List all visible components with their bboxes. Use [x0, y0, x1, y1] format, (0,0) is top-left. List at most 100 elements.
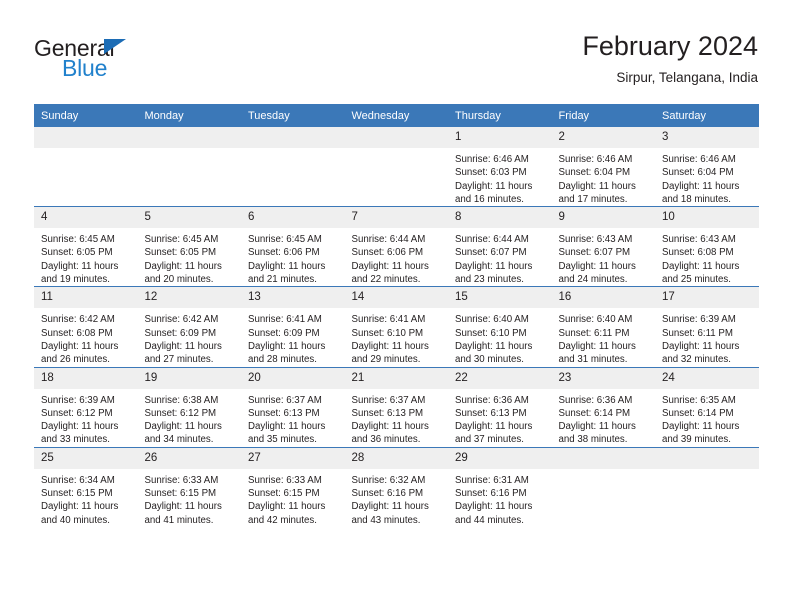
sunrise-text: Sunrise: 6:37 AM [351, 394, 426, 406]
calendar-day-cell[interactable]: 17 Sunrise: 6:39 AM Sunset: 6:11 PM Dayligh… [655, 286, 759, 368]
calendar-day-cell-empty [137, 127, 241, 207]
sunset-text: Sunset: 6:07 PM [455, 247, 527, 259]
sunrise-text: Sunrise: 6:45 AM [41, 234, 115, 246]
day-number: 15 [448, 287, 552, 309]
daylight-text: Daylight: 11 hours and 24 minutes. [558, 260, 636, 286]
day-number: 20 [241, 367, 345, 389]
sunset-text: Sunset: 6:13 PM [351, 407, 424, 419]
daylight-text: Daylight: 11 hours and 27 minutes. [144, 340, 222, 366]
day-number: 28 [344, 447, 448, 469]
calendar-day-cell[interactable]: 20 Sunrise: 6:37 AM Sunset: 6:13 PM Dayligh… [241, 366, 345, 448]
sunrise-text: Sunrise: 6:31 AM [455, 474, 529, 486]
daylight-text: Daylight: 11 hours and 32 minutes. [662, 340, 740, 366]
calendar-day-cell[interactable]: 24 Sunrise: 6:35 AM Sunset: 6:14 PM Dayligh… [655, 366, 759, 448]
day-details: Sunrise: 6:39 AM Sunset: 6:12 PM Daylight:… [34, 389, 138, 447]
sunset-text: Sunset: 6:14 PM [558, 407, 631, 419]
sunrise-text: Sunrise: 6:36 AM [558, 394, 633, 406]
day-number: 25 [34, 447, 138, 469]
calendar-day-cell[interactable]: 13 Sunrise: 6:41 AM Sunset: 6:09 PM Dayligh… [241, 286, 345, 368]
page-subtitle: Sirpur, Telangana, India [616, 70, 758, 85]
sunrise-text: Sunrise: 6:38 AM [144, 394, 219, 406]
page-title: February 2024 [582, 31, 758, 61]
sunset-text: Sunset: 6:06 PM [351, 247, 424, 259]
day-details: Sunrise: 6:37 AM Sunset: 6:13 PM Daylight:… [241, 389, 345, 447]
calendar-day-cell[interactable]: 14 Sunrise: 6:41 AM Sunset: 6:10 PM Dayligh… [344, 286, 449, 368]
sunset-text: Sunset: 6:16 PM [455, 488, 527, 500]
calendar-day-cell[interactable]: 29 Sunrise: 6:31 AM Sunset: 6:16 PM Dayligh… [448, 446, 552, 527]
day-number: 21 [344, 367, 448, 389]
calendar-day-cell[interactable]: 1 Sunrise: 6:46 AM Sunset: 6:03 PM Daylight… [448, 127, 552, 207]
sunset-text: Sunset: 6:16 PM [351, 488, 424, 500]
calendar-day-cell[interactable]: 10 Sunrise: 6:43 AM Sunset: 6:08 PM Dayligh… [655, 206, 759, 287]
daylight-text: Daylight: 11 hours and 17 minutes. [558, 180, 636, 205]
calendar-day-cell[interactable]: 25 Sunrise: 6:34 AM Sunset: 6:15 PM Dayligh… [34, 446, 138, 527]
calendar-day-cell[interactable]: 9 Sunrise: 6:43 AM Sunset: 6:07 PM Daylight… [551, 206, 655, 287]
calendar-day-cell[interactable]: 16 Sunrise: 6:40 AM Sunset: 6:11 PM Dayligh… [551, 286, 655, 368]
calendar-day-cell[interactable]: 15 Sunrise: 6:40 AM Sunset: 6:10 PM Dayligh… [448, 286, 552, 368]
day-number [241, 127, 345, 148]
day-number: 1 [448, 127, 552, 148]
day-details: Sunrise: 6:32 AM Sunset: 6:16 PM Daylight:… [345, 469, 449, 527]
day-number: 23 [551, 367, 655, 389]
logo-text-blue: Blue [62, 55, 108, 81]
calendar-day-cell[interactable]: 6 Sunrise: 6:45 AM Sunset: 6:06 PM Daylight… [241, 206, 345, 287]
day-number: 14 [344, 287, 448, 309]
sunrise-text: Sunrise: 6:42 AM [144, 314, 219, 326]
day-details: Sunrise: 6:45 AM Sunset: 6:05 PM Daylight:… [138, 228, 242, 286]
daylight-text: Daylight: 11 hours and 37 minutes. [455, 421, 533, 446]
sunset-text: Sunset: 6:12 PM [144, 407, 217, 419]
day-number: 16 [551, 287, 655, 309]
day-number: 3 [655, 127, 759, 148]
day-details: Sunrise: 6:43 AM Sunset: 6:08 PM Daylight:… [655, 228, 759, 286]
sunset-text: Sunset: 6:09 PM [144, 327, 217, 339]
weekday-header-thursday: Thursday [448, 104, 552, 127]
calendar-day-cell-empty [655, 446, 759, 527]
general-blue-logo[interactable]: General Blue [34, 35, 234, 95]
calendar-header-row: Sunday Monday Tuesday Wednesday Thursday Frid… [34, 104, 759, 127]
sunset-text: Sunset: 6:10 PM [351, 327, 424, 339]
sunrise-text: Sunrise: 6:33 AM [144, 474, 219, 486]
calendar-day-cell[interactable]: 2 Sunrise: 6:46 AM Sunset: 6:04 PM Daylight… [551, 127, 655, 207]
calendar-day-cell[interactable]: 28 Sunrise: 6:32 AM Sunset: 6:16 PM Dayligh… [344, 446, 449, 527]
calendar-day-cell[interactable]: 21 Sunrise: 6:37 AM Sunset: 6:13 PM Dayligh… [344, 366, 448, 448]
sunrise-text: Sunrise: 6:32 AM [351, 474, 426, 486]
calendar-day-cell[interactable]: 12 Sunrise: 6:42 AM Sunset: 6:09 PM Dayligh… [137, 286, 241, 368]
calendar-day-cell[interactable]: 22 Sunrise: 6:36 AM Sunset: 6:13 PM Dayligh… [448, 366, 552, 448]
day-details: Sunrise: 6:45 AM Sunset: 6:06 PM Daylight:… [241, 228, 345, 286]
calendar-day-cell[interactable]: 23 Sunrise: 6:36 AM Sunset: 6:14 PM Dayligh… [551, 366, 655, 448]
calendar-day-cell[interactable]: 11 Sunrise: 6:42 AM Sunset: 6:08 PM Dayligh… [34, 286, 138, 368]
calendar-day-cell[interactable]: 5 Sunrise: 6:45 AM Sunset: 6:05 PM Daylight… [137, 206, 242, 287]
daylight-text: Daylight: 11 hours and 21 minutes. [248, 260, 326, 286]
sunset-text: Sunset: 6:04 PM [662, 167, 734, 179]
sunrise-text: Sunrise: 6:46 AM [662, 154, 736, 165]
daylight-text: Daylight: 11 hours and 36 minutes. [351, 421, 429, 446]
daylight-text: Daylight: 11 hours and 29 minutes. [351, 340, 429, 366]
calendar-day-cell[interactable]: 8 Sunrise: 6:44 AM Sunset: 6:07 PM Daylight… [448, 206, 552, 287]
calendar-day-cell[interactable]: 7 Sunrise: 6:44 AM Sunset: 6:06 PM Daylight… [344, 206, 448, 287]
calendar-page: General Blue February 2024 Sirpur, Telan… [0, 0, 792, 612]
sunset-text: Sunset: 6:15 PM [248, 488, 320, 500]
day-number [344, 127, 448, 148]
weekday-header-monday: Monday [137, 104, 241, 127]
sunset-text: Sunset: 6:10 PM [455, 327, 527, 339]
sunrise-text: Sunrise: 6:34 AM [41, 474, 115, 486]
day-number: 4 [34, 207, 138, 229]
sunrise-text: Sunrise: 6:40 AM [558, 314, 633, 326]
calendar-week-row: 1 Sunrise: 6:46 AM Sunset: 6:03 PM Daylight… [34, 127, 759, 207]
daylight-text: Daylight: 11 hours and 23 minutes. [455, 260, 533, 286]
calendar-week-row: 25 Sunrise: 6:34 AM Sunset: 6:15 PM Dayligh… [34, 446, 759, 527]
sunset-text: Sunset: 6:15 PM [41, 488, 113, 500]
calendar-day-cell[interactable]: 19 Sunrise: 6:38 AM Sunset: 6:12 PM Dayligh… [137, 366, 241, 448]
calendar-day-cell[interactable]: 3 Sunrise: 6:46 AM Sunset: 6:04 PM Daylight… [655, 127, 759, 207]
weekday-header-saturday: Saturday [655, 104, 759, 127]
title-block: February 2024 Sirpur, Telangana, India [582, 30, 758, 88]
calendar-day-cell[interactable]: 26 Sunrise: 6:33 AM Sunset: 6:15 PM Dayligh… [137, 446, 241, 527]
calendar-day-cell-empty [344, 127, 448, 207]
calendar-day-cell[interactable]: 18 Sunrise: 6:39 AM Sunset: 6:12 PM Dayligh… [34, 366, 138, 448]
day-details: Sunrise: 6:41 AM Sunset: 6:10 PM Daylight:… [345, 308, 449, 366]
sunset-text: Sunset: 6:08 PM [41, 327, 113, 339]
calendar-day-cell[interactable]: 27 Sunrise: 6:33 AM Sunset: 6:15 PM Dayligh… [241, 446, 345, 527]
daylight-text: Daylight: 11 hours and 44 minutes. [455, 501, 533, 526]
calendar-day-cell[interactable]: 4 Sunrise: 6:45 AM Sunset: 6:05 PM Daylight… [34, 206, 138, 287]
day-details: Sunrise: 6:36 AM Sunset: 6:13 PM Daylight:… [448, 389, 552, 447]
